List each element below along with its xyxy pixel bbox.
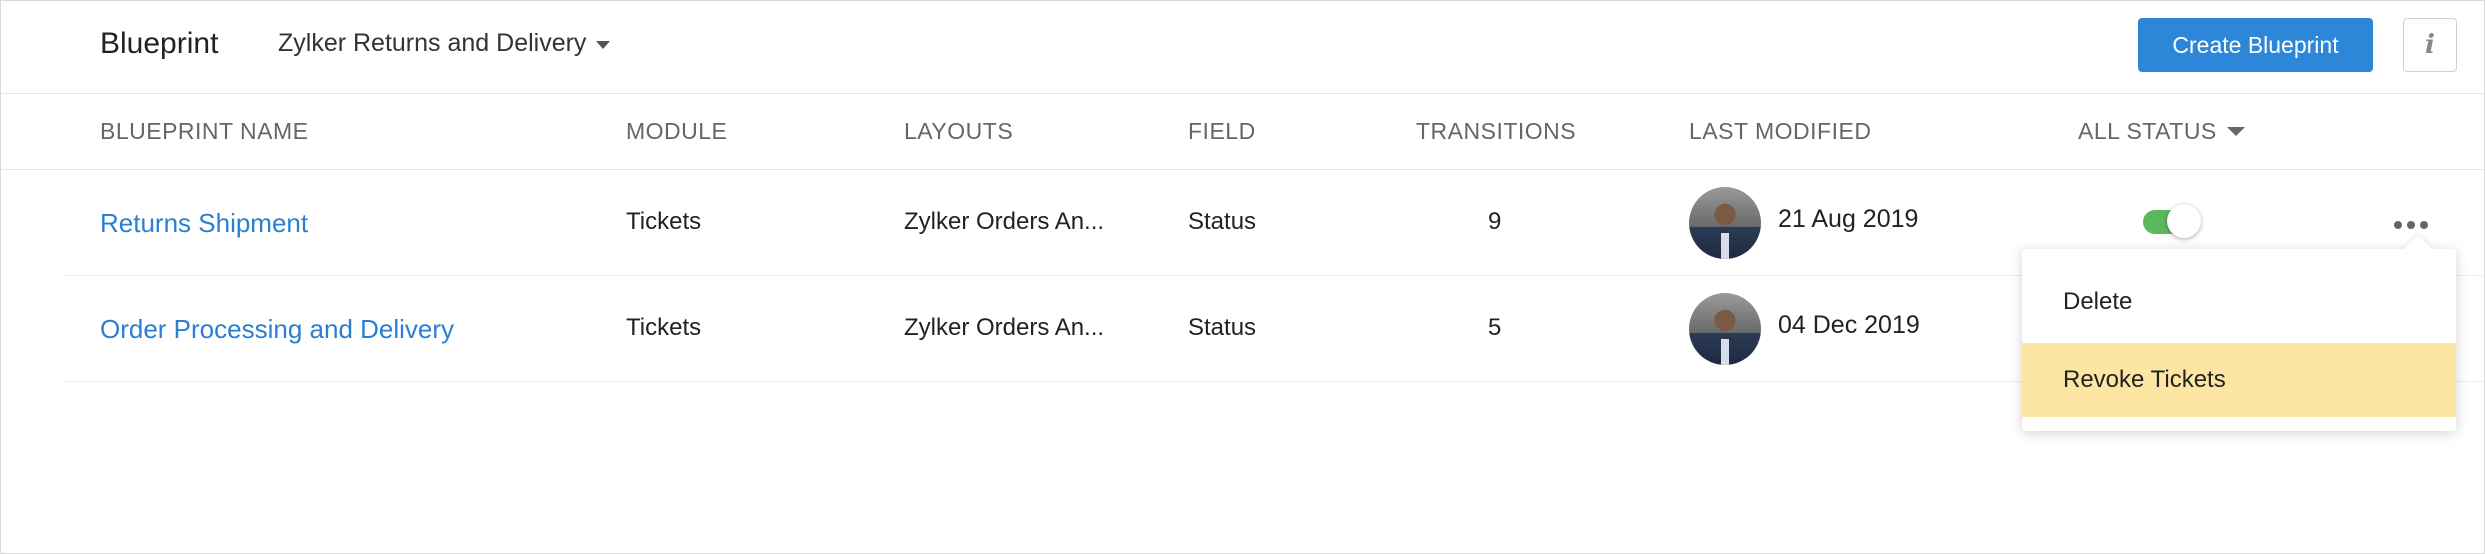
column-header-last-modified: LAST MODIFIED [1689, 118, 1872, 144]
department-selector[interactable]: Zylker Returns and Delivery [278, 29, 611, 58]
department-label: Zylker Returns and Delivery [278, 29, 587, 57]
module-cell: Tickets [626, 208, 702, 235]
toggle-knob [2167, 204, 2201, 238]
layout-cell: Zylker Orders An... [904, 208, 1105, 235]
field-cell: Status [1188, 314, 1257, 341]
last-modified-date: 21 Aug 2019 [1778, 205, 1919, 233]
status-filter-label: ALL STATUS [2078, 118, 2217, 144]
create-blueprint-button[interactable]: Create Blueprint [2138, 18, 2373, 72]
menu-item-label: Revoke Tickets [2063, 366, 2226, 393]
table-header: BLUEPRINT NAME MODULE LAYOUTS FIELD TRAN… [1, 94, 2484, 170]
menu-item-label: Delete [2063, 288, 2133, 315]
transitions-cell: 5 [1488, 314, 1502, 341]
chevron-down-icon [2226, 127, 2245, 136]
column-header-field: FIELD [1188, 118, 1256, 144]
more-options-icon[interactable] [2390, 217, 2432, 233]
layout-cell: Zylker Orders An... [904, 314, 1105, 341]
column-header-layouts: LAYOUTS [904, 118, 1014, 144]
status-toggle[interactable] [2143, 204, 2201, 238]
blueprint-page: Blueprint Zylker Returns and Delivery Cr… [0, 0, 2485, 554]
row-actions-menu: Delete Revoke Tickets [2022, 249, 2456, 431]
blueprint-name-link[interactable]: Returns Shipment [100, 208, 308, 239]
column-header-blueprint-name: BLUEPRINT NAME [100, 118, 309, 144]
page-title: Blueprint [100, 27, 219, 60]
menu-item-delete[interactable]: Delete [2022, 265, 2456, 339]
avatar [1689, 187, 1761, 259]
column-header-transitions: TRANSITIONS [1416, 118, 1577, 144]
field-cell: Status [1188, 208, 1257, 235]
page-header: Blueprint Zylker Returns and Delivery Cr… [1, 1, 2484, 94]
chevron-down-icon [596, 40, 611, 49]
module-cell: Tickets [626, 314, 702, 341]
transitions-cell: 9 [1488, 208, 1502, 235]
status-filter[interactable]: ALL STATUS [2078, 118, 2245, 145]
blueprint-name-link[interactable]: Order Processing and Delivery [100, 314, 454, 345]
menu-item-revoke-tickets[interactable]: Revoke Tickets [2022, 343, 2456, 417]
avatar [1689, 293, 1761, 365]
info-icon[interactable]: i [2403, 18, 2457, 72]
column-header-module: MODULE [626, 118, 728, 144]
last-modified-date: 04 Dec 2019 [1778, 311, 1920, 339]
